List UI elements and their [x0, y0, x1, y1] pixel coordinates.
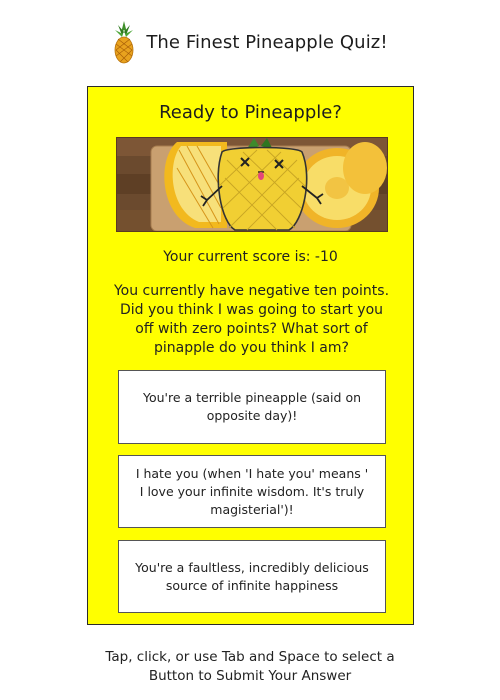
quiz-card: Ready to Pineapple? Your current score i…	[87, 86, 414, 625]
pineapple-hero-image	[116, 137, 388, 232]
pineapple-icon	[112, 19, 136, 65]
answer-button-1[interactable]: You're a terrible pineapple (said on opp…	[118, 370, 386, 444]
instructions-line-1: Tap, click, or use Tab and Space to sele…	[105, 649, 395, 665]
answer-button-2[interactable]: I hate you (when 'I hate you' means ' I …	[118, 455, 386, 528]
question-message: You currently have negative ten points. …	[113, 283, 390, 356]
question-title: Ready to Pineapple?	[159, 102, 342, 123]
instructions-footer: Tap, click, or use Tab and Space to sele…	[0, 648, 500, 686]
answer-button-3[interactable]: You're a faultless, incredibly delicious…	[118, 540, 386, 613]
quiz-page: The Finest Pineapple Quiz! Ready to Pine…	[0, 0, 500, 700]
instructions-line-2: Button to Submit Your Answer	[148, 668, 352, 684]
current-score: Your current score is: -10	[163, 249, 338, 265]
app-title: The Finest Pineapple Quiz!	[146, 31, 388, 53]
header: The Finest Pineapple Quiz!	[0, 18, 500, 66]
